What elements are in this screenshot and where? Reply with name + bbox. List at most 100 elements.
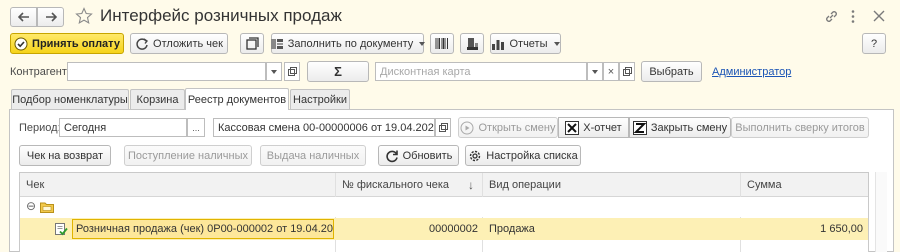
fiscal-cell: 00000002	[429, 223, 478, 235]
period-input[interactable]: Сегодня	[59, 118, 187, 137]
accept-payment-button[interactable]: Принять оплату	[10, 33, 124, 54]
more-menu-icon[interactable]	[850, 9, 856, 24]
x-report-label: Х-отчет	[583, 121, 622, 134]
refresh-button[interactable]: Обновить	[378, 145, 459, 166]
return-check-label: Чек на возврат	[26, 149, 104, 162]
column-header-amount[interactable]: Сумма	[747, 179, 782, 191]
column-header-fiscal[interactable]: № фискального чека	[342, 179, 449, 191]
tab-label: Корзина	[136, 93, 179, 106]
refresh-arrow-icon	[135, 37, 149, 51]
back-button[interactable]	[10, 7, 37, 27]
discount-card-input[interactable]: Дисконтная карта	[375, 62, 587, 81]
tab-item-selection[interactable]: Подбор номенклатуры	[11, 89, 129, 109]
open-shift-button[interactable]: Открыть смену	[458, 117, 558, 138]
discount-dropdown-button[interactable]	[587, 62, 603, 81]
chevron-down-icon	[553, 41, 560, 46]
list-settings-label: Настройка списка	[486, 149, 578, 162]
check-cell[interactable]: Розничная продажа (чек) 0Р00-000002 от 1…	[72, 219, 334, 239]
accept-payment-label: Принять оплату	[32, 37, 120, 50]
document-fill-icon	[270, 37, 284, 51]
sigma-button[interactable]: Σ	[307, 61, 369, 82]
refresh-label: Обновить	[402, 149, 453, 162]
close-shift-button[interactable]: Закрыть смену	[629, 117, 731, 138]
column-header-check[interactable]: Чек	[26, 179, 44, 191]
arrow-right-icon	[45, 12, 57, 22]
cash-shift-input[interactable]: Кассовая смена 00-00000006 от 19.04.2024…	[213, 118, 435, 137]
chevron-down-icon	[592, 69, 598, 74]
x-report-icon	[565, 120, 580, 135]
scrollbar-track[interactable]	[875, 172, 887, 252]
x-report-button[interactable]: Х-отчет	[558, 117, 629, 138]
play-icon	[460, 121, 474, 135]
open-link-icon	[622, 67, 632, 76]
reports-button[interactable]: Отчеты	[490, 33, 561, 54]
return-check-button[interactable]: Чек на возврат	[19, 145, 111, 166]
open-link-icon	[438, 123, 448, 132]
tab-label: Подбор номенклатуры	[12, 93, 128, 106]
sort-down-icon[interactable]: ↓	[468, 178, 474, 192]
fill-by-document-button[interactable]: Заполнить по документу	[270, 33, 426, 54]
tab-label: Настройки	[293, 93, 347, 106]
chevron-down-icon	[419, 41, 426, 46]
cash-out-label: Выдача наличных	[266, 149, 360, 162]
report-chart-icon	[491, 37, 505, 51]
counterparty-dropdown-button[interactable]	[266, 62, 282, 81]
period-label: Период:	[19, 122, 61, 134]
amount-cell: 1 650,00	[820, 223, 863, 235]
tab-label: Реестр документов	[187, 93, 287, 106]
discount-clear-button[interactable]: ×	[603, 62, 619, 81]
forward-button[interactable]	[37, 7, 64, 27]
reconcile-totals-button[interactable]: Выполнить сверку итогов	[731, 117, 869, 138]
sigma-label: Σ	[334, 64, 342, 79]
discount-open-button[interactable]	[619, 62, 635, 81]
counterparty-input[interactable]	[67, 62, 266, 81]
period-select-button[interactable]: ...	[187, 118, 205, 137]
select-button[interactable]: Выбрать	[641, 61, 702, 82]
column-header-operation[interactable]: Вид операции	[489, 179, 561, 191]
terminal-icon	[466, 37, 478, 50]
counterparty-open-button[interactable]	[284, 62, 300, 81]
reports-label: Отчеты	[509, 37, 548, 50]
posted-document-icon	[55, 223, 68, 236]
defer-check-button[interactable]: Отложить чек	[130, 33, 228, 54]
page-title: Интерфейс розничных продаж	[100, 6, 342, 25]
tab-settings[interactable]: Настройки	[290, 89, 350, 109]
tab-document-registry[interactable]: Реестр документов	[185, 88, 289, 110]
operation-cell: Продажа	[489, 223, 535, 235]
barcode-button[interactable]	[430, 33, 454, 54]
help-button[interactable]: ?	[862, 33, 886, 54]
documents-table: Чек № фискального чека ↓ Вид операции Су…	[19, 172, 869, 252]
open-shift-label: Открыть смену	[478, 121, 556, 134]
administrator-link[interactable]: Администратор	[712, 66, 791, 78]
select-label: Выбрать	[649, 65, 694, 78]
refresh-icon	[385, 149, 399, 163]
tab-basket[interactable]: Корзина	[130, 89, 185, 109]
check-circle-icon	[14, 37, 28, 51]
gear-icon	[468, 149, 482, 163]
fill-by-document-label: Заполнить по документу	[287, 37, 414, 50]
check-cell-text: Розничная продажа (чек) 0Р00-000002 от 1…	[76, 223, 334, 235]
barcode-icon	[435, 38, 448, 49]
counterparty-label: Контрагент:	[10, 66, 70, 78]
folder-icon	[40, 202, 54, 213]
chevron-down-icon	[271, 69, 277, 74]
window-button[interactable]	[240, 33, 264, 54]
clear-x-icon: ×	[607, 65, 615, 78]
link-icon[interactable]	[824, 9, 839, 24]
group-row[interactable]	[20, 197, 868, 217]
defer-check-label: Отложить чек	[153, 37, 223, 50]
window-icon	[245, 37, 259, 50]
list-settings-button[interactable]: Настройка списка	[465, 145, 581, 166]
close-shift-label: Закрыть смену	[650, 121, 728, 134]
cash-in-button[interactable]: Поступление наличных	[124, 145, 252, 166]
cash-shift-open-button[interactable]	[435, 118, 451, 137]
cash-in-label: Поступление наличных	[127, 149, 249, 162]
help-label: ?	[870, 37, 878, 50]
period-dots: ...	[192, 122, 200, 133]
scale-button[interactable]	[460, 33, 484, 54]
collapse-toggle-icon[interactable]: ⊖	[26, 199, 36, 213]
cash-out-button[interactable]: Выдача наличных	[260, 145, 366, 166]
favorite-star-icon[interactable]	[75, 7, 93, 25]
close-icon[interactable]	[873, 10, 885, 22]
z-report-icon	[632, 120, 647, 135]
